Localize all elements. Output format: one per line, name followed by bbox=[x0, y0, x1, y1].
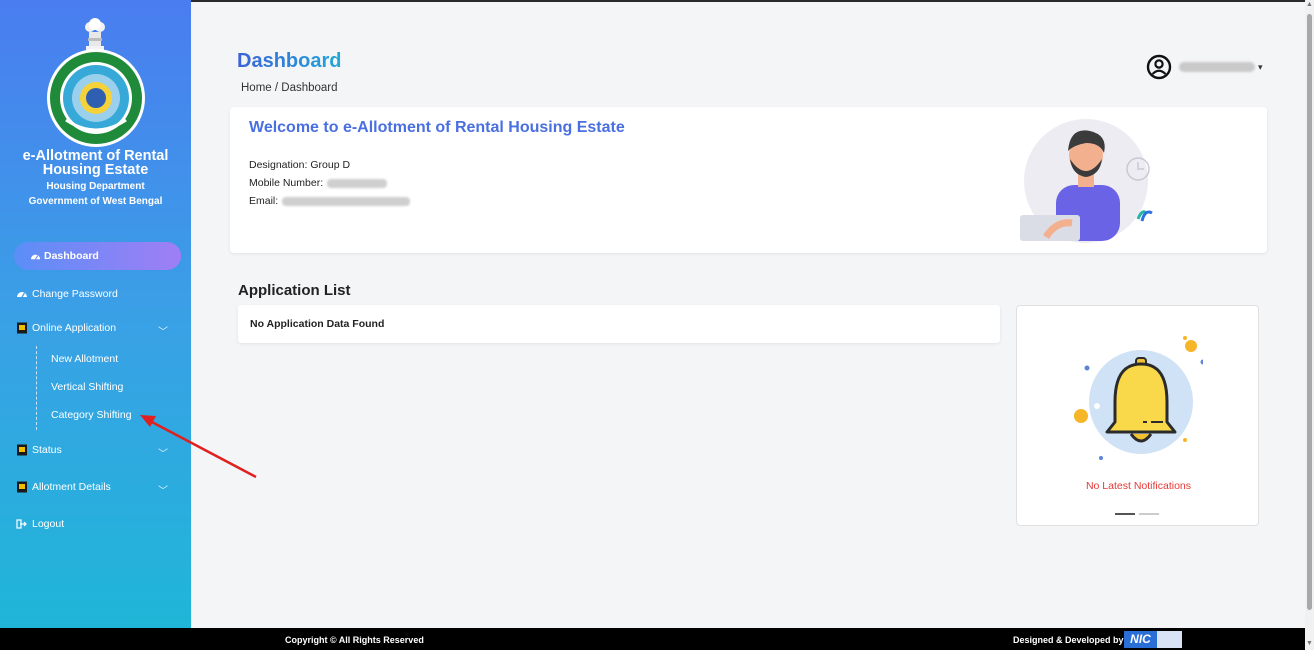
sidebar-item-label: Status bbox=[32, 444, 62, 456]
logout-icon bbox=[16, 519, 27, 529]
welcome-title: Welcome to e-Allotment of Rental Housing… bbox=[249, 119, 625, 136]
sidebar: e-Allotment of Rental Housing Estate Hou… bbox=[0, 0, 191, 628]
footer-copyright: Copyright © All Rights Reserved bbox=[285, 635, 424, 645]
application-list: No Application Data Found bbox=[238, 305, 1000, 343]
mobile-label: Mobile Number: bbox=[249, 177, 324, 189]
notifications-empty-message: No Latest Notifications bbox=[1085, 480, 1192, 492]
sidebar-item-label: Logout bbox=[32, 518, 65, 530]
application-empty-message: No Application Data Found bbox=[250, 318, 385, 330]
document-icon bbox=[17, 481, 27, 493]
sidebar-item-logout[interactable]: Logout bbox=[16, 518, 64, 530]
sidebar-item-label: Allotment Details bbox=[32, 481, 111, 493]
chevron-down-icon[interactable]: ﹀ bbox=[158, 445, 168, 460]
bell-icon bbox=[1074, 336, 1203, 460]
scrollbar-thumb[interactable] bbox=[1307, 14, 1312, 610]
mobile-row: Mobile Number: bbox=[249, 177, 388, 189]
carousel-dot[interactable] bbox=[1139, 513, 1159, 515]
nic-logo-text: NIC bbox=[1124, 631, 1157, 648]
sidebar-item-status[interactable]: Status bbox=[16, 444, 62, 456]
chevron-down-icon[interactable]: ﹀ bbox=[158, 482, 168, 497]
nic-logo-tagline bbox=[1157, 631, 1182, 648]
sidebar-item-online-application[interactable]: Online Application bbox=[16, 322, 116, 334]
footer: Copyright © All Rights Reserved Designed… bbox=[0, 628, 1305, 650]
sidebar-item-label: Change Password bbox=[32, 288, 118, 300]
sidebar-item-label: Dashboard bbox=[44, 250, 99, 262]
carousel-dot[interactable] bbox=[1115, 513, 1135, 515]
welcome-card: Welcome to e-Allotment of Rental Housing… bbox=[230, 107, 1267, 253]
email-row: Email: bbox=[249, 195, 411, 207]
breadcrumb[interactable]: Home / Dashboard bbox=[241, 82, 338, 94]
sidebar-subitem-new-allotment[interactable]: New Allotment bbox=[51, 353, 118, 365]
chevron-down-icon[interactable]: ﹀ bbox=[158, 323, 168, 338]
document-icon bbox=[17, 444, 27, 456]
west-bengal-seal-icon bbox=[47, 49, 145, 147]
sidebar-item-change-password[interactable]: Change Password bbox=[16, 288, 118, 300]
submenu-guide-line bbox=[36, 346, 37, 430]
brand-department: Housing Department bbox=[46, 181, 145, 192]
designation-row: Designation: Group D bbox=[249, 159, 350, 171]
footer-designed-by: Designed & Developed by bbox=[1013, 635, 1124, 645]
notifications-card: No Latest Notifications bbox=[1016, 305, 1259, 526]
user-name-redacted bbox=[1179, 62, 1255, 72]
user-circle-icon[interactable] bbox=[1146, 54, 1172, 80]
dashboard-icon bbox=[17, 292, 27, 298]
designation-value: Group D bbox=[310, 159, 351, 171]
sidebar-item-dashboard[interactable]: Dashboard bbox=[14, 242, 181, 270]
carousel-indicators bbox=[1115, 513, 1159, 515]
nic-logo: NIC bbox=[1124, 631, 1182, 648]
caret-down-icon[interactable]: ▾ bbox=[1258, 62, 1263, 73]
sidebar-item-label: Online Application bbox=[32, 322, 117, 334]
scroll-down-icon[interactable]: ▼ bbox=[1306, 640, 1313, 647]
sidebar-item-allotment-details[interactable]: Allotment Details bbox=[16, 481, 111, 493]
page-title: Dashboard bbox=[237, 50, 342, 72]
mobile-value-redacted bbox=[327, 178, 388, 188]
sidebar-subitem-category-shifting[interactable]: Category Shifting bbox=[51, 409, 132, 421]
email-value-redacted bbox=[282, 196, 411, 206]
brand-government: Government of West Bengal bbox=[28, 196, 163, 207]
email-label: Email: bbox=[249, 195, 279, 207]
document-icon bbox=[17, 322, 27, 334]
sidebar-subitem-vertical-shifting[interactable]: Vertical Shifting bbox=[51, 381, 123, 393]
designation-label: Designation: bbox=[249, 159, 308, 171]
application-list-title: Application List bbox=[238, 282, 351, 299]
dashboard-icon bbox=[30, 254, 41, 260]
scroll-up-icon[interactable]: ▲ bbox=[1306, 1, 1313, 8]
national-emblem-icon bbox=[85, 18, 105, 51]
top-border bbox=[191, 0, 1305, 2]
brand-title: e-Allotment of Rental Housing Estate bbox=[22, 148, 169, 178]
user-menu[interactable]: ▾ bbox=[1146, 54, 1263, 80]
user-illustration-icon bbox=[1020, 119, 1153, 243]
